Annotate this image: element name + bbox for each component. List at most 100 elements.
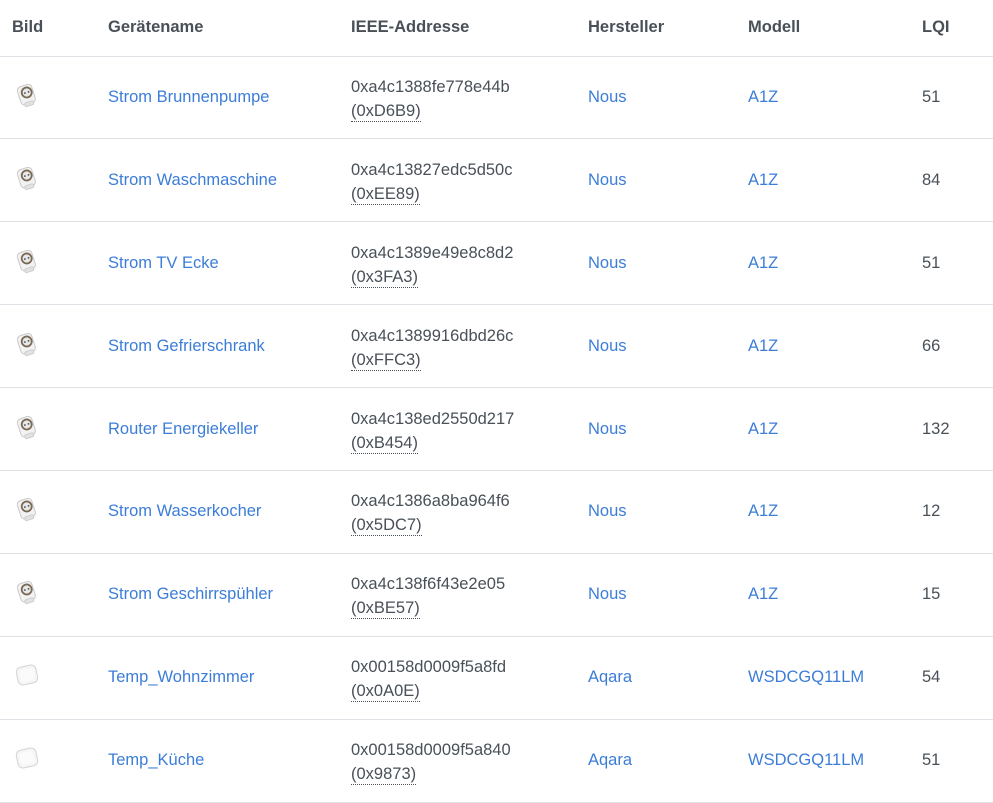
model-cell: A1Z: [748, 56, 922, 139]
device-name-link[interactable]: Strom TV Ecke: [108, 254, 219, 272]
manufacturer-link[interactable]: Nous: [588, 88, 627, 106]
device-name-cell: Router Energiekeller: [108, 388, 351, 471]
temperature-sensor-icon: [12, 743, 42, 773]
device-name-link[interactable]: Temp_Wohnzimmer: [108, 668, 254, 686]
manufacturer-cell: Nous: [588, 56, 748, 139]
manufacturer-cell: Aqara: [588, 719, 748, 802]
model-link[interactable]: A1Z: [748, 585, 778, 603]
manufacturer-cell: Aqara: [588, 636, 748, 719]
ieee-address-cell: 0xa4c138ed2550d217 (0xB454): [351, 388, 588, 471]
manufacturer-link[interactable]: Nous: [588, 502, 627, 520]
table-row: Strom Gefrierschrank 0xa4c1389916dbd26c …: [0, 304, 993, 388]
lqi-cell: 51: [922, 719, 993, 802]
ieee-address-cell: 0xa4c1388fe778e44b (0xD6B9): [351, 56, 588, 139]
table-row: Temp_Küche 0x00158d0009f5a840 (0x9873) A…: [0, 719, 993, 802]
device-name-cell: Strom Gefrierschrank: [108, 305, 351, 388]
manufacturer-link[interactable]: Aqara: [588, 751, 632, 769]
manufacturer-link[interactable]: Nous: [588, 171, 627, 189]
device-name-link[interactable]: Temp_Küche: [108, 751, 204, 769]
lqi-value: 51: [922, 751, 941, 770]
device-name-link[interactable]: Strom Gefrierschrank: [108, 337, 265, 355]
manufacturer-link[interactable]: Nous: [588, 585, 627, 603]
ieee-address-cell: 0xa4c13827edc5d50c (0xEE89): [351, 139, 588, 222]
lqi-value: 66: [922, 336, 941, 355]
device-name-link[interactable]: Strom Waschmaschine: [108, 171, 277, 189]
ieee-address-cell: 0xa4c1389e49e8c8d2 (0x3FA3): [351, 222, 588, 305]
network-address: (0xFFC3): [351, 350, 421, 371]
device-name-link[interactable]: Strom Geschirrspühler: [108, 585, 273, 603]
lqi-value: 51: [922, 87, 941, 106]
column-header-name[interactable]: Gerätename: [108, 0, 351, 56]
model-link[interactable]: A1Z: [748, 171, 778, 189]
model-cell: WSDCGQ11LM: [748, 719, 922, 802]
table-body: Strom Brunnenpumpe 0xa4c1388fe778e44b (0…: [0, 56, 993, 802]
manufacturer-cell: Nous: [588, 553, 748, 636]
model-link[interactable]: A1Z: [748, 254, 778, 272]
manufacturer-link[interactable]: Nous: [588, 254, 627, 272]
device-name-link[interactable]: Strom Brunnenpumpe: [108, 88, 269, 106]
device-image-cell: [0, 305, 108, 388]
device-image-cell: [0, 553, 108, 636]
column-header-hersteller[interactable]: Hersteller: [588, 0, 748, 56]
model-cell: A1Z: [748, 139, 922, 222]
manufacturer-cell: Nous: [588, 222, 748, 305]
model-cell: WSDCGQ11LM: [748, 636, 922, 719]
model-cell: A1Z: [748, 470, 922, 553]
device-image-cell: [0, 56, 108, 139]
smart-plug-icon: [12, 412, 42, 442]
model-link[interactable]: A1Z: [748, 502, 778, 520]
lqi-value: 15: [922, 585, 941, 604]
smart-plug-icon: [12, 329, 42, 359]
lqi-value: 51: [922, 253, 941, 272]
ieee-address: 0xa4c138ed2550d217: [351, 409, 515, 428]
temperature-sensor-icon: [12, 660, 42, 690]
manufacturer-link[interactable]: Nous: [588, 420, 627, 438]
network-address: (0xBE57): [351, 599, 420, 620]
smart-plug-icon: [12, 246, 42, 276]
column-header-modell[interactable]: Modell: [748, 0, 922, 56]
lqi-value: 84: [922, 170, 941, 189]
ieee-address: 0xa4c1389e49e8c8d2: [351, 243, 514, 262]
manufacturer-link[interactable]: Aqara: [588, 668, 632, 686]
model-link[interactable]: WSDCGQ11LM: [748, 668, 864, 686]
column-header-ieee[interactable]: IEEE-Addresse: [351, 0, 588, 56]
device-name-link[interactable]: Strom Wasserkocher: [108, 502, 261, 520]
ieee-address: 0x00158d0009f5a8fd: [351, 658, 507, 677]
lqi-cell: 12: [922, 470, 993, 553]
table-row: Strom Geschirrspühler 0xa4c138f6f43e2e05…: [0, 553, 993, 636]
model-link[interactable]: A1Z: [748, 88, 778, 106]
manufacturer-cell: Nous: [588, 305, 748, 388]
lqi-value: 12: [922, 502, 941, 521]
table-row: Strom Waschmaschine 0xa4c13827edc5d50c (…: [0, 138, 993, 222]
device-image-cell: [0, 139, 108, 222]
manufacturer-cell: Nous: [588, 388, 748, 471]
device-name-cell: Strom Waschmaschine: [108, 139, 351, 222]
device-name-cell: Strom Wasserkocher: [108, 470, 351, 553]
column-header-lqi[interactable]: LQI: [922, 0, 993, 56]
lqi-value: 132: [922, 419, 950, 438]
ieee-address: 0xa4c1388fe778e44b: [351, 77, 510, 96]
ieee-address: 0xa4c138f6f43e2e05: [351, 575, 506, 594]
network-address: (0x0A0E): [351, 682, 420, 703]
model-link[interactable]: WSDCGQ11LM: [748, 751, 864, 769]
devices-table: Bild Gerätename IEEE-Addresse Hersteller…: [0, 0, 993, 803]
table-header: Bild Gerätename IEEE-Addresse Hersteller…: [0, 0, 993, 56]
manufacturer-cell: Nous: [588, 470, 748, 553]
device-image-cell: [0, 222, 108, 305]
model-cell: A1Z: [748, 305, 922, 388]
device-name-cell: Strom TV Ecke: [108, 222, 351, 305]
device-name-cell: Strom Brunnenpumpe: [108, 56, 351, 139]
smart-plug-icon: [12, 80, 42, 110]
lqi-cell: 51: [922, 222, 993, 305]
model-link[interactable]: A1Z: [748, 420, 778, 438]
ieee-address: 0xa4c1386a8ba964f6: [351, 492, 510, 511]
table-row: Strom TV Ecke 0xa4c1389e49e8c8d2 (0x3FA3…: [0, 221, 993, 305]
ieee-address-cell: 0xa4c1389916dbd26c (0xFFC3): [351, 305, 588, 388]
smart-plug-icon: [12, 163, 42, 193]
ieee-address-cell: 0x00158d0009f5a840 (0x9873): [351, 719, 588, 802]
model-link[interactable]: A1Z: [748, 337, 778, 355]
manufacturer-link[interactable]: Nous: [588, 337, 627, 355]
device-name-link[interactable]: Router Energiekeller: [108, 420, 258, 438]
column-header-bild[interactable]: Bild: [0, 0, 108, 56]
ieee-address-cell: 0xa4c1386a8ba964f6 (0x5DC7): [351, 470, 588, 553]
